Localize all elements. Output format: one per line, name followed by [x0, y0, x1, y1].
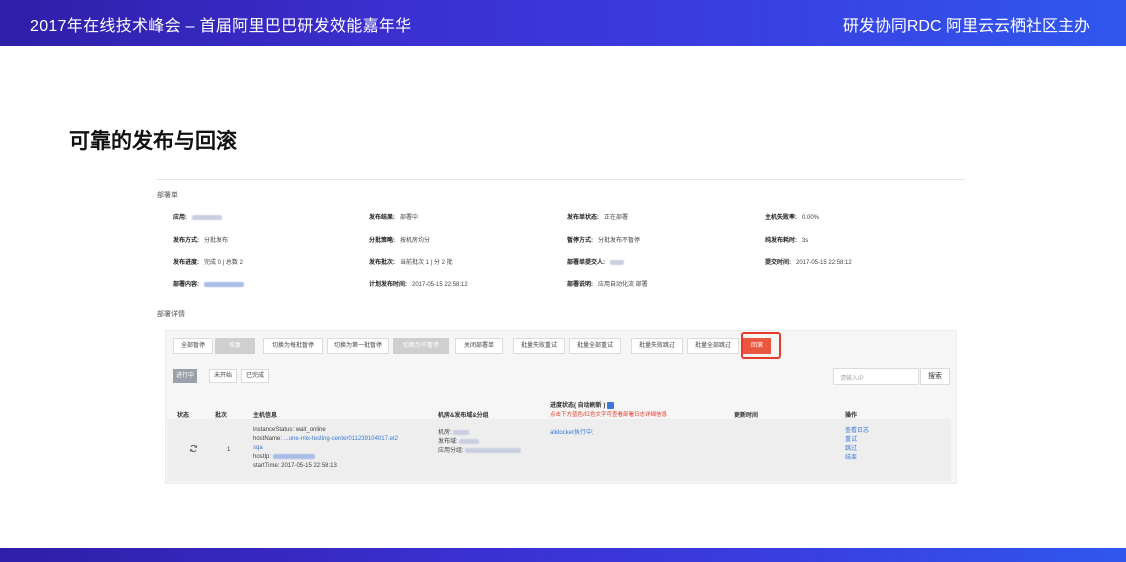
info-description: 部署说明: 应用自动化流 部署 — [567, 282, 648, 288]
switch-first-batch-pause-button[interactable]: 切换为第一批暂停 — [327, 338, 389, 354]
tab-in-progress[interactable]: 进行中 — [173, 369, 197, 383]
info-content: 部署内容: — [173, 279, 244, 288]
deploy-detail-title: 部署详情 — [157, 311, 185, 318]
info-app: 应用: — [173, 212, 222, 221]
info-progress: 发布进度: 完成 0 | 总数 2 — [173, 260, 243, 266]
switch-no-pause-button[interactable]: 切换为不暂停 — [393, 338, 449, 354]
host-name-cont: sqa — [253, 445, 263, 451]
ip-search-input[interactable]: 请输入IP — [833, 368, 919, 385]
bottom-banner — [0, 548, 1126, 562]
info-pause-mode: 暂停方式: 分批发布不暂停 — [567, 238, 641, 244]
info-batch-strategy: 分批策略: 按机房均分 — [369, 238, 431, 244]
info-submitter: 部署单提交人: — [567, 257, 624, 266]
col-status: 状态 — [177, 413, 190, 419]
info-submit-time: 提交时间: 2017-05-15 22:58:12 — [765, 260, 852, 266]
col-batch: 批次 — [215, 413, 228, 419]
room: 机房: — [438, 427, 470, 436]
top-banner: 2017年在线技术峰会 – 首届阿里巴巴研发效能嘉年华 研发协同RDC 阿里云云… — [0, 0, 1126, 46]
info-publish-mode: 发布方式: 分批发布 — [173, 238, 229, 244]
close-order-button[interactable]: 关闭部署单 — [455, 338, 503, 354]
divider — [157, 179, 965, 180]
retry-link[interactable]: 重试 — [845, 434, 857, 443]
batch-fail-skip-button[interactable]: 批量失败跳过 — [631, 338, 683, 354]
rollback-highlight-frame — [741, 332, 781, 359]
conference-title: 2017年在线技术峰会 – 首届阿里巴巴研发效能嘉年华 — [30, 18, 412, 35]
resume-button[interactable]: 恢复 — [215, 338, 255, 354]
info-plan-time: 计划发布时间: 2017-05-15 22:58:12 — [369, 282, 468, 288]
batch-all-skip-button[interactable]: 批量全部跳过 — [687, 338, 739, 354]
info-batch: 发布批次: 当前批次 1 | 分 2 批 — [369, 260, 453, 266]
col-room-domain-group: 机房&发布域&分组 — [438, 413, 489, 419]
info-duration: 纯发布耗时: 3s — [765, 238, 809, 244]
col-progress: 进度状态( 自动刷新 ) — [550, 400, 615, 409]
tab-completed[interactable]: 已完成 — [241, 369, 269, 383]
progress-status[interactable]: alidocker执行中; — [550, 427, 594, 436]
row-batch: 1 — [227, 447, 231, 453]
host-instance-status: instanceStatus: wait_online — [253, 427, 326, 433]
view-log-link[interactable]: 查看日志 — [845, 425, 869, 434]
host-name: hostName: ...one-mix-testing-center01123… — [253, 436, 398, 442]
col-actions: 操作 — [845, 413, 858, 419]
tab-not-started[interactable]: 未开始 — [209, 369, 237, 383]
info-host-fail-rate: 主机失败率: 0.00% — [765, 215, 820, 221]
search-button[interactable]: 搜索 — [920, 368, 950, 385]
slide-heading: 可靠的发布与回滚 — [69, 130, 237, 153]
pause-all-button[interactable]: 全部暂停 — [173, 338, 213, 354]
deploy-order-title: 部署单 — [157, 192, 178, 199]
col-host-info: 主机信息 — [253, 413, 278, 419]
app-group: 应用分组: — [438, 445, 522, 454]
batch-all-retry-button[interactable]: 批量全部重试 — [569, 338, 621, 354]
switch-each-batch-pause-button[interactable]: 切换为每批暂停 — [263, 338, 323, 354]
info-order-status: 发布单状态: 正在部署 — [567, 215, 629, 221]
host-ip: hostIp: — [253, 454, 315, 460]
end-link[interactable]: 结束 — [845, 452, 857, 461]
progress-tip: 点击下方蓝色/红色文字可查看部署日志详细信息 — [550, 412, 668, 418]
publish-domain: 发布域: — [438, 436, 480, 445]
info-publish-result: 发布结果: 部署中 — [369, 215, 419, 221]
host-start-time: startTime: 2017-05-15 22:58:13 — [253, 463, 337, 469]
organizer-title: 研发协同RDC 阿里云云栖社区主办 — [842, 18, 1090, 35]
col-update-time: 更新时间 — [734, 413, 759, 419]
deploy-screenshot: 部署单 应用: 发布结果: 部署中 发布单状态: 正在部署 主机失败率: 0.00% … — [157, 178, 965, 488]
batch-fail-retry-button[interactable]: 批量失败重试 — [513, 338, 565, 354]
skip-link[interactable]: 跳过 — [845, 443, 857, 452]
refresh-icon — [189, 444, 198, 453]
auto-refresh-checkbox[interactable] — [607, 401, 615, 409]
